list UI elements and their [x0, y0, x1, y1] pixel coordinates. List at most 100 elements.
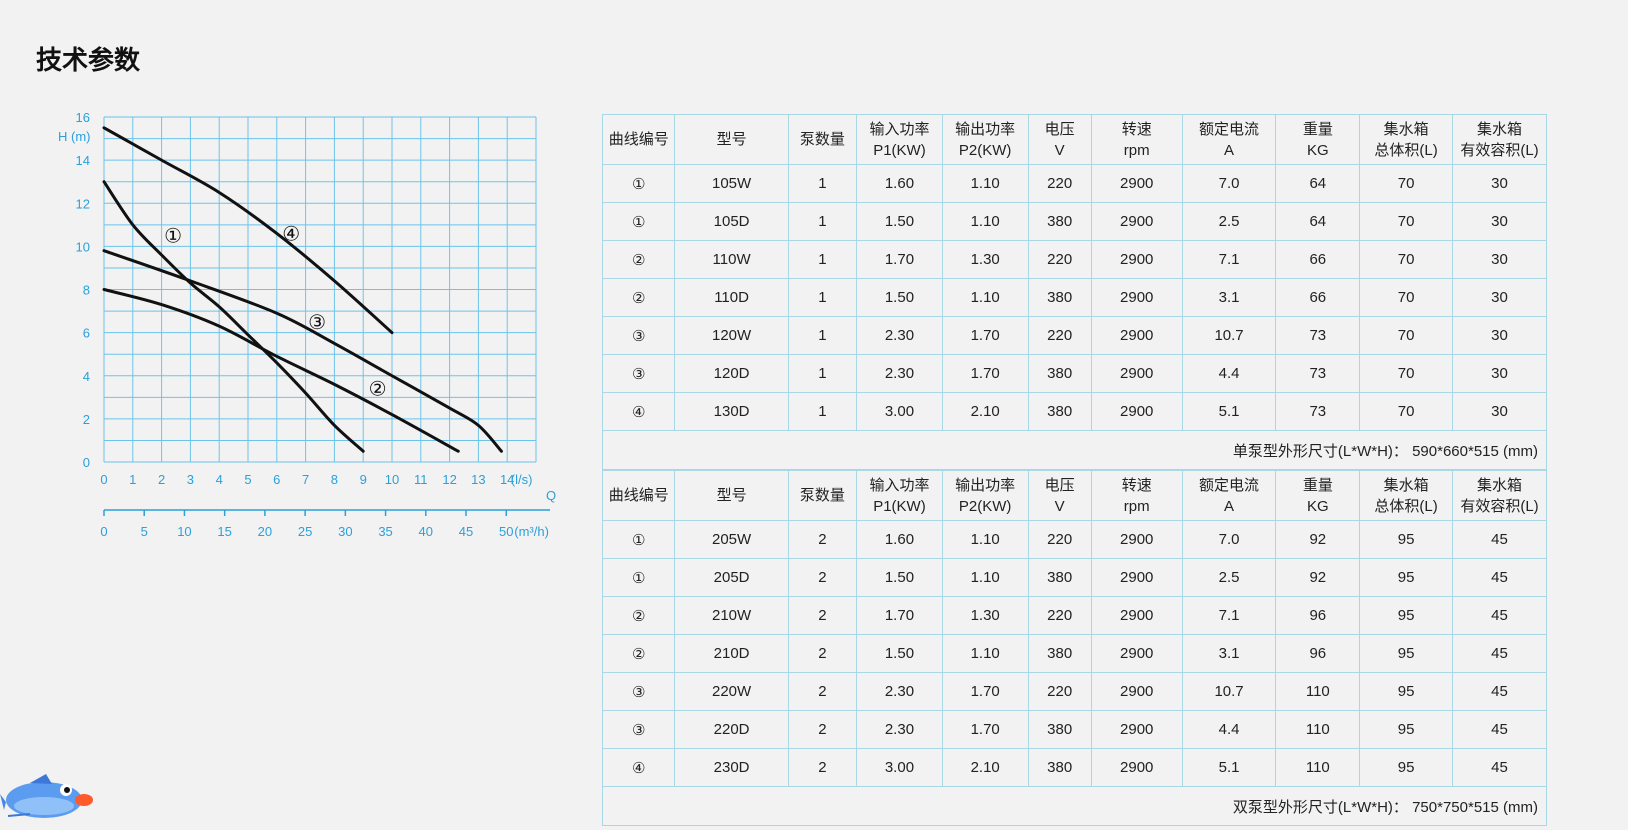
column-header: 额定电流 A — [1181, 470, 1277, 521]
secondary-x-tick-label: 0 — [100, 524, 107, 539]
curve-label: ③ — [308, 312, 326, 334]
table-cell: 45 — [1452, 596, 1547, 635]
table-cell: 96 — [1275, 596, 1361, 635]
column-header: 泵数量 — [787, 114, 858, 165]
column-header-text: A — [1224, 497, 1235, 515]
x-tick-label: 3 — [187, 472, 194, 487]
column-header-text: P2(KW) — [958, 497, 1012, 515]
table-row: ③ 220D 2 2.30 1.70 380 2900 4.4 110 95 45 — [601, 710, 1547, 749]
table-row: ③ 120W 1 2.30 1.70 220 2900 10.7 73 70 30 — [601, 316, 1547, 355]
column-header-text: P1(KW) — [873, 141, 926, 159]
column-header-text: rpm — [1123, 497, 1150, 515]
table-cell: ① — [601, 520, 676, 559]
table-cell: 64 — [1275, 164, 1361, 203]
table-cell: 95 — [1359, 558, 1454, 597]
table-cell: 1.10 — [941, 164, 1029, 203]
table-cell: 2.30 — [856, 672, 943, 711]
x-tick-label: 0 — [100, 472, 107, 487]
x-tick-label: 12 — [442, 472, 456, 487]
x-tick-label: 1 — [129, 472, 136, 487]
table-cell: 2900 — [1090, 672, 1183, 711]
table-cell: 1 — [787, 354, 858, 393]
table-row: ② 110D 1 1.50 1.10 380 2900 3.1 66 70 30 — [601, 278, 1547, 317]
table-row: ④ 130D 1 3.00 2.10 380 2900 5.1 73 70 30 — [601, 392, 1547, 431]
table-cell: ① — [601, 164, 676, 203]
table-cell: 220D — [674, 710, 789, 749]
column-header-text: rpm — [1123, 141, 1150, 159]
table-cell: 45 — [1452, 710, 1547, 749]
curve-label: ① — [164, 226, 182, 248]
table-cell: 70 — [1359, 392, 1454, 431]
x-tick-label: 13 — [471, 472, 485, 487]
table-header-row: 曲线编号 型号 泵数量 输入功率 P1(KW) 输出功率 P2(KW) 电压 V 转速 rpm 额定电… — [601, 470, 1547, 521]
column-header-text: V — [1054, 141, 1065, 159]
table-cell: 1.50 — [856, 202, 943, 241]
table-cell: 73 — [1275, 316, 1361, 355]
table-cell: 70 — [1359, 164, 1454, 203]
table-cell: 2.30 — [856, 316, 943, 355]
table-cell: 1.30 — [941, 596, 1029, 635]
table-cell: 1 — [787, 278, 858, 317]
blue-fish-icon[interactable] — [0, 766, 100, 826]
table-cell: 30 — [1452, 316, 1547, 355]
column-header-text: 电压 — [1044, 476, 1075, 494]
table-cell: 2900 — [1090, 520, 1183, 559]
x-tick-label: 2 — [158, 472, 165, 487]
column-header-text: 转速 — [1121, 120, 1152, 138]
secondary-x-tick-label: 20 — [258, 524, 272, 539]
table-cell: 380 — [1027, 354, 1092, 393]
dimension-row: 单泵型外形尺寸(L*W*H)： 590*660*515 (mm) — [602, 430, 1547, 470]
secondary-x-tick-label: 50 — [499, 524, 513, 539]
table-cell: 2 — [787, 634, 858, 673]
table-cell: ③ — [601, 710, 676, 749]
table-cell: 220 — [1027, 164, 1092, 203]
column-header: 额定电流 A — [1181, 114, 1277, 165]
column-header-text: 额定电流 — [1199, 476, 1260, 494]
y-axis-label: H (m) — [58, 129, 91, 144]
table-cell: 2900 — [1090, 240, 1183, 279]
secondary-x-tick-label: 25 — [298, 524, 312, 539]
table-cell: 4.4 — [1181, 710, 1277, 749]
table-cell: 73 — [1275, 392, 1361, 431]
dimension-text: 双泵型外形尺寸(L*W*H)： 750*750*515 (mm) — [602, 786, 1547, 826]
table-cell: 110 — [1275, 748, 1361, 787]
column-header-text: 转速 — [1121, 476, 1152, 494]
q-axis-label: Q — [546, 488, 556, 503]
column-header: 泵数量 — [787, 470, 858, 521]
table-cell: 110D — [674, 278, 789, 317]
table-cell: 2900 — [1090, 278, 1183, 317]
column-header: 输出功率 P2(KW) — [941, 470, 1029, 521]
table-cell: 4.4 — [1181, 354, 1277, 393]
table-cell: 2900 — [1090, 748, 1183, 787]
single-pump-table: 曲线编号 型号 泵数量 输入功率 P1(KW) 输出功率 P2(KW) 电压 V 转速 rpm 额定电… — [601, 114, 1547, 470]
table-cell: 205D — [674, 558, 789, 597]
column-header-text: 输出功率 — [955, 476, 1016, 494]
table-cell: 92 — [1275, 520, 1361, 559]
column-header-text: P1(KW) — [873, 497, 926, 515]
table-cell: 220W — [674, 672, 789, 711]
column-header-text: 集水箱 — [1477, 476, 1523, 494]
table-cell: 380 — [1027, 278, 1092, 317]
column-header: 转速 rpm — [1090, 470, 1183, 521]
table-cell: 220 — [1027, 240, 1092, 279]
table-cell: 110 — [1275, 710, 1361, 749]
table-cell: 2.5 — [1181, 558, 1277, 597]
table-cell: 73 — [1275, 354, 1361, 393]
table-row: ② 210W 2 1.70 1.30 220 2900 7.1 96 95 45 — [601, 596, 1547, 635]
table-cell: 2.5 — [1181, 202, 1277, 241]
dimension-text: 单泵型外形尺寸(L*W*H)： 590*660*515 (mm) — [602, 430, 1547, 470]
table-cell: 30 — [1452, 164, 1547, 203]
table-cell: 1.10 — [941, 278, 1029, 317]
table-cell: 2900 — [1090, 596, 1183, 635]
table-cell: 95 — [1359, 634, 1454, 673]
column-header: 重量 KG — [1275, 114, 1361, 165]
table-cell: 1 — [787, 316, 858, 355]
table-cell: 2900 — [1090, 558, 1183, 597]
table-cell: 1.60 — [856, 520, 943, 559]
column-header-text: 型号 — [716, 131, 747, 148]
table-cell: 220 — [1027, 316, 1092, 355]
column-header-text: 曲线编号 — [608, 131, 669, 148]
table-cell: 3.1 — [1181, 634, 1277, 673]
dimension-row: 双泵型外形尺寸(L*W*H)： 750*750*515 (mm) — [602, 786, 1547, 826]
table-cell: 2 — [787, 672, 858, 711]
